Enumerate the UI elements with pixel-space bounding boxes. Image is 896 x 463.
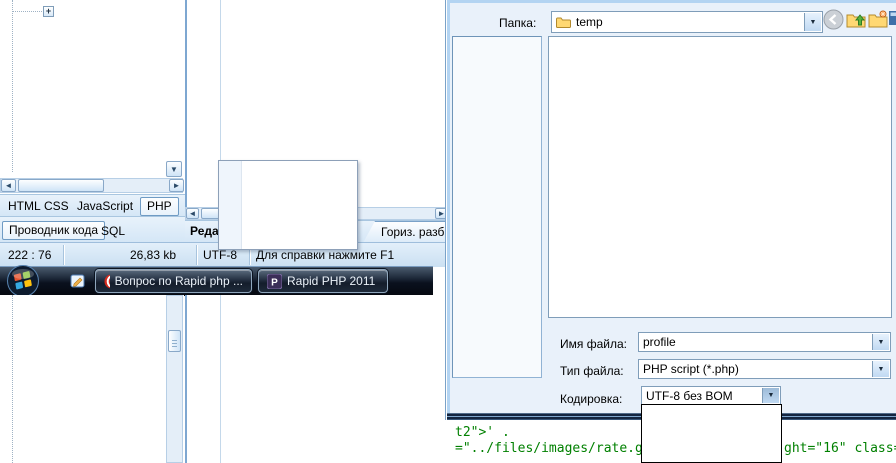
taskbar-button-label: Вопрос по Rapid php ... [115, 274, 243, 288]
views-icon [889, 10, 896, 26]
chevron-down-icon: ▼ [878, 339, 885, 346]
back-button[interactable] [823, 9, 844, 33]
tab-editor[interactable]: Реда [190, 224, 219, 238]
tab-code-explorer[interactable]: Проводник кода [2, 221, 105, 240]
tree-hscrollbar[interactable]: ◄ ► [0, 178, 183, 193]
encoding-label: Кодировка: [560, 392, 622, 406]
expand-button[interactable]: + [43, 6, 54, 17]
encoding-menu [218, 160, 358, 250]
filename-dropdown-button[interactable]: ▼ [872, 334, 889, 350]
code-explorer-bottom[interactable] [0, 295, 184, 463]
new-folder-icon [868, 10, 888, 28]
filename-value: profile [643, 335, 676, 349]
chevron-left-icon: ◄ [5, 181, 13, 190]
chevron-down-icon: ▼ [170, 165, 178, 174]
explorer-tab-bar: Проводник кода SQL [0, 216, 185, 243]
quick-launch-icon[interactable] [69, 272, 87, 290]
scroll-left-button[interactable]: ◄ [186, 208, 199, 219]
views-button[interactable] [889, 10, 896, 28]
chevron-down-icon: ▼ [768, 392, 775, 399]
file-list[interactable] [548, 36, 892, 318]
scroll-thumb[interactable] [168, 330, 181, 352]
tab-php[interactable]: PHP [140, 197, 179, 216]
gutter-separator [220, 295, 221, 463]
tree-item-block[interactable]: + [0, 3, 184, 19]
encoding-value: UTF-8 без BOM [646, 389, 733, 403]
tab-javascript[interactable]: JavaScript [77, 199, 133, 213]
folder-combobox[interactable]: temp ▼ [551, 11, 823, 33]
status-separator [63, 245, 64, 265]
code-continuation-line218: ="../files/images/rate.gi [455, 441, 651, 456]
chevron-down-icon: ▼ [878, 366, 885, 373]
tab-html[interactable]: HTML [8, 199, 41, 213]
taskbar-button-label: Rapid PHP 2011 [287, 274, 375, 288]
folder-icon [556, 16, 571, 28]
code-continuation-line217: t2">' . [455, 425, 510, 440]
dialog-border [447, 0, 896, 3]
back-icon [823, 9, 844, 30]
dialog-border [447, 0, 450, 413]
rapid-php-icon: P [267, 274, 282, 289]
folder-dropdown-button[interactable]: ▼ [804, 13, 821, 31]
filename-label: Имя файла: [560, 337, 627, 351]
status-encoding[interactable]: UTF-8 [203, 248, 237, 262]
scroll-thumb[interactable] [18, 179, 104, 192]
encoding-combobox[interactable]: UTF-8 без BOM ▼ [641, 386, 781, 405]
opera-icon [104, 274, 110, 289]
folder-up-icon [846, 10, 866, 28]
encoding-dropdown-button[interactable]: ▼ [762, 388, 779, 403]
filetype-combobox[interactable]: PHP script (*.php) ▼ [638, 359, 891, 379]
tab-css[interactable]: CSS [44, 199, 69, 213]
code-explorer-top[interactable]: + [0, 0, 184, 178]
filetype-label: Тип файла: [560, 364, 624, 378]
tree-vscrollbar[interactable] [166, 295, 183, 463]
screen: + ▼ ◄ ► HTML CSS JavaScript PHP Проводни… [0, 0, 896, 463]
code-continuation-line218-tail: ght="16" class= [784, 441, 896, 456]
code-editor-bottom[interactable] [185, 295, 449, 463]
menu-gutter [219, 161, 242, 249]
filetype-dropdown-button[interactable]: ▼ [872, 361, 889, 377]
scroll-left-button[interactable]: ◄ [1, 179, 16, 192]
tree-guide-line [12, 0, 14, 172]
new-folder-button[interactable] [868, 10, 888, 31]
taskbar-button-rapid-php[interactable]: P Rapid PHP 2011 [258, 269, 388, 293]
encoding-dropdown-list [641, 404, 782, 463]
taskbar-button-opera[interactable]: Вопрос по Rapid php ... [95, 269, 252, 293]
chevron-down-icon: ▼ [810, 19, 817, 26]
status-separator [196, 245, 197, 265]
file-size: 26,83 kb [130, 248, 176, 262]
thumb-grip [172, 340, 177, 341]
filetype-value: PHP script (*.php) [643, 362, 739, 376]
taskbar: Вопрос по Rapid php ... P Rapid PHP 2011 [0, 266, 433, 296]
language-tab-bar: HTML CSS JavaScript PHP [0, 194, 185, 217]
scroll-right-button[interactable]: ► [169, 179, 184, 192]
folder-label: Папка: [499, 16, 536, 30]
start-button[interactable] [5, 264, 41, 298]
places-bar [452, 36, 542, 378]
chevron-right-icon: ► [173, 181, 181, 190]
tree-guide-line [12, 295, 14, 463]
tree-dots [12, 11, 42, 12]
svg-text:P: P [271, 277, 278, 288]
caret-position: 222 : 76 [8, 248, 51, 262]
save-file-dialog: Папка: temp ▼ Имя файла: profile ▼ Тип ф… [447, 0, 896, 413]
folder-value: temp [576, 15, 603, 29]
tab-sql[interactable]: SQL [101, 224, 125, 238]
chevron-left-icon: ◄ [189, 209, 197, 218]
up-one-level-button[interactable] [846, 10, 866, 31]
tree-scroll-down-button[interactable]: ▼ [166, 161, 182, 177]
filename-combobox[interactable]: profile ▼ [638, 332, 891, 352]
status-help-text: Для справки нажмите F1 [256, 248, 394, 262]
